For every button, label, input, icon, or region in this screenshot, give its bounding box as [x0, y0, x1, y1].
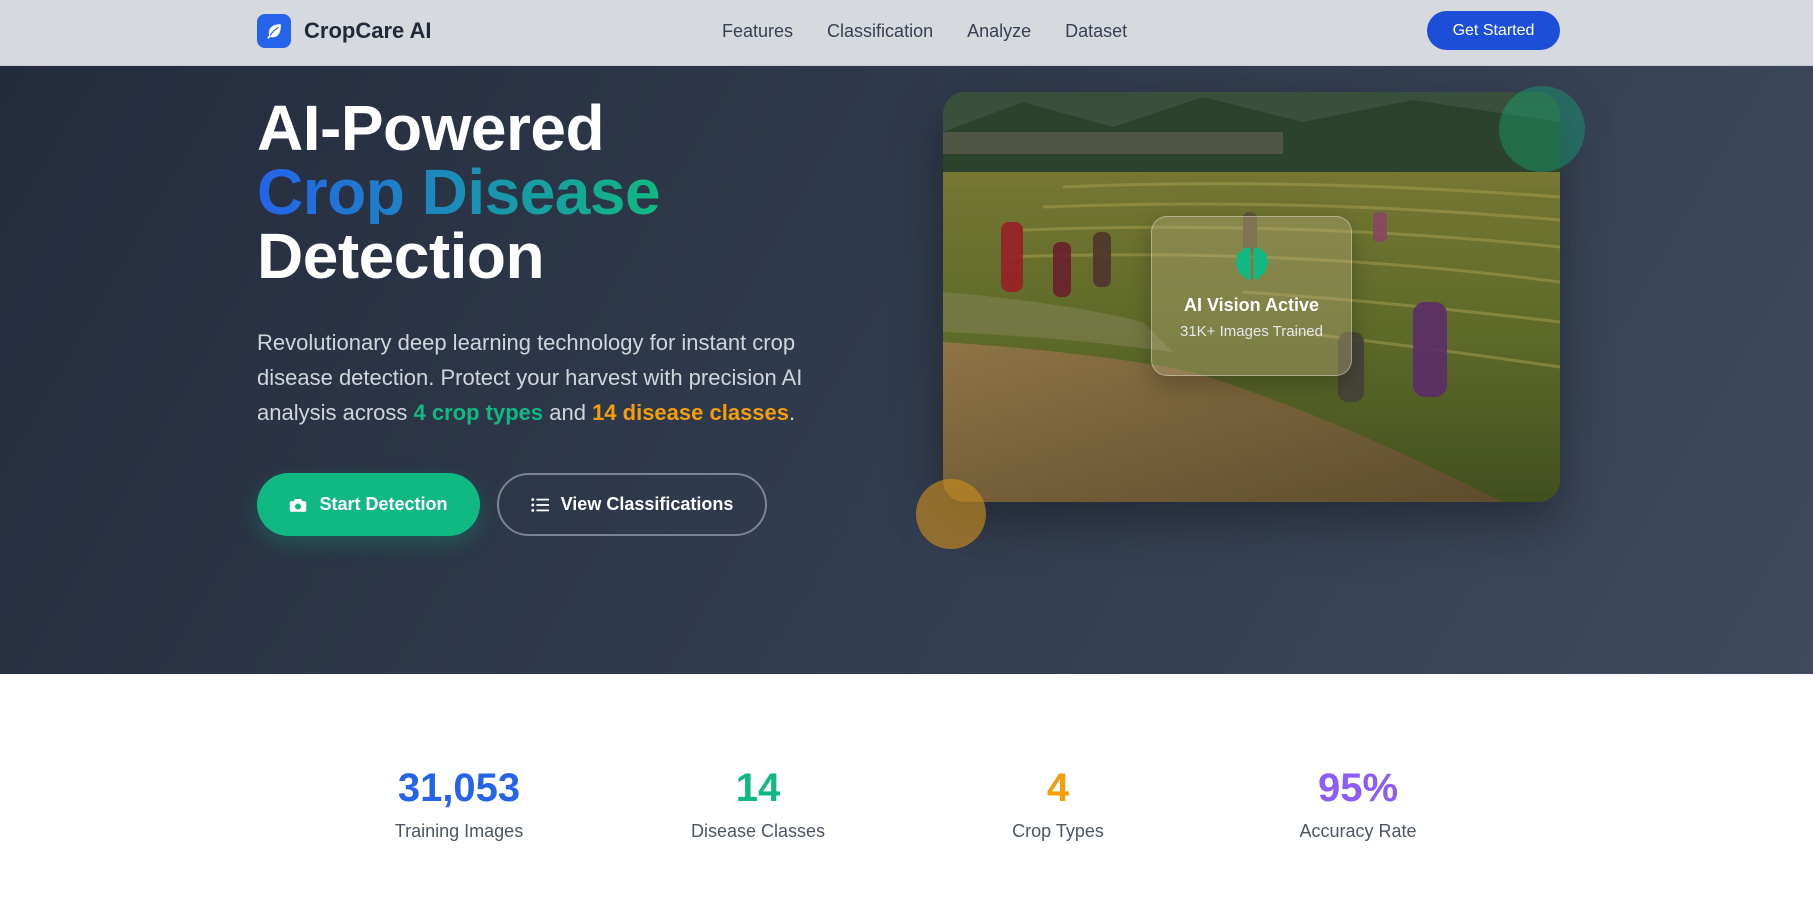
- stat-label: Disease Classes: [690, 821, 826, 841]
- hero-section: AI-Powered Crop Disease Detection Revolu…: [0, 66, 1813, 674]
- disease-classes-highlight: 14 disease classes: [592, 400, 790, 425]
- ai-vision-card: AI Vision Active 31K+ Images Trained: [1151, 216, 1352, 376]
- brand[interactable]: CropCare AI: [257, 14, 432, 48]
- leaf-icon: [257, 14, 291, 48]
- top-navbar: CropCare AI Features Classification Anal…: [0, 0, 1813, 66]
- view-classifications-button[interactable]: View Classifications: [497, 473, 767, 536]
- stat-label: Accuracy Rate: [1299, 821, 1417, 841]
- hero-desc-text-2: and: [543, 400, 593, 425]
- hero-title: AI-Powered Crop Disease Detection: [257, 96, 661, 288]
- start-detection-button[interactable]: Start Detection: [257, 473, 480, 536]
- brain-icon: [1152, 243, 1351, 285]
- stat-crop-types: 4 Crop Types: [948, 766, 1168, 842]
- stat-value: 14: [735, 766, 781, 810]
- stat-label: Training Images: [394, 821, 524, 841]
- camera-icon: [289, 497, 307, 513]
- ai-vision-subtitle: 31K+ Images Trained: [1179, 323, 1323, 340]
- stat-value: 95%: [1317, 766, 1399, 810]
- hero-title-line2: Crop Disease: [257, 156, 661, 228]
- hero-description: Revolutionary deep learning technology f…: [257, 325, 857, 430]
- stat-disease-classes: 14 Disease Classes: [648, 766, 868, 842]
- stat-accuracy-rate: 95% Accuracy Rate: [1248, 766, 1468, 842]
- nav-link-analyze[interactable]: Analyze: [967, 20, 1031, 42]
- decorative-circle-teal: [1499, 86, 1585, 172]
- crop-types-highlight: 4 crop types: [413, 400, 544, 425]
- ai-vision-title: AI Vision Active: [1183, 295, 1320, 315]
- view-classifications-label: View Classifications: [560, 494, 734, 514]
- decorative-circle-orange: [916, 479, 986, 549]
- hero-image: AI Vision Active 31K+ Images Trained: [943, 92, 1560, 502]
- start-detection-label: Start Detection: [319, 494, 448, 514]
- hero-title-line1: AI-Powered: [257, 92, 605, 164]
- nav-link-features[interactable]: Features: [722, 20, 793, 42]
- stats-section: 31,053 Training Images 14 Disease Classe…: [0, 674, 1813, 909]
- brand-name: CropCare AI: [304, 18, 432, 43]
- stat-label: Crop Types: [1012, 821, 1104, 841]
- nav-link-dataset[interactable]: Dataset: [1065, 20, 1127, 42]
- list-icon: [530, 497, 549, 513]
- hero-title-line3: Detection: [257, 220, 545, 292]
- hero-desc-text-3: .: [789, 400, 796, 425]
- get-started-button[interactable]: Get Started: [1427, 11, 1560, 50]
- stat-value: 31,053: [397, 766, 521, 810]
- stat-value: 4: [1046, 766, 1070, 810]
- stat-training-images: 31,053 Training Images: [349, 766, 569, 842]
- nav-links: Features Classification Analyze Dataset: [722, 20, 1161, 42]
- nav-link-classification[interactable]: Classification: [827, 20, 933, 42]
